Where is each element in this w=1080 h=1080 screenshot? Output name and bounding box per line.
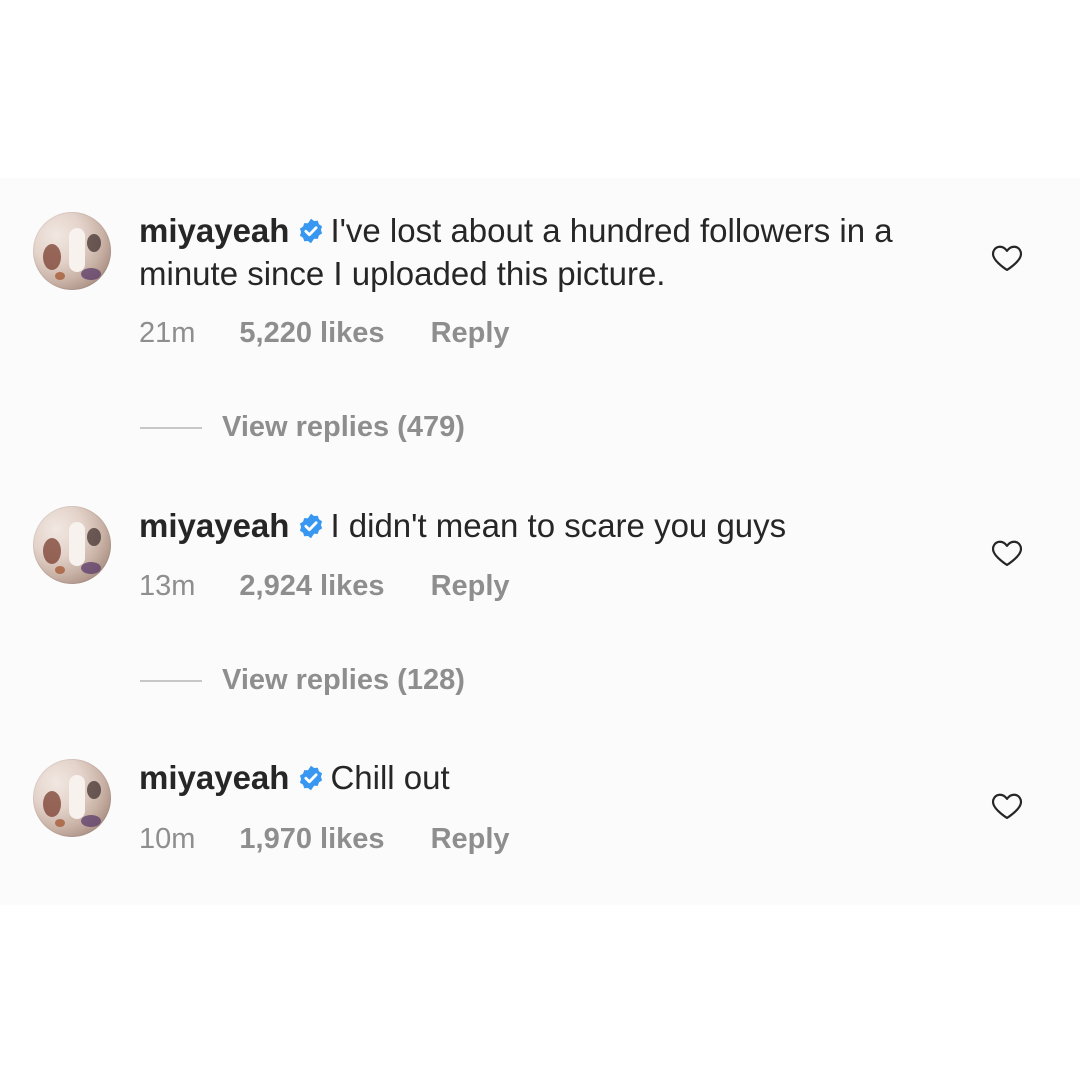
heart-outline-icon[interactable] — [990, 537, 1024, 567]
comment-text: miyayeah Chill out — [139, 756, 949, 799]
heart-outline-icon[interactable] — [990, 242, 1024, 272]
divider — [140, 680, 202, 683]
avatar[interactable] — [33, 506, 111, 584]
comment-text: miyayeah I didn't mean to scare you guys — [139, 504, 949, 547]
reply-button[interactable]: Reply — [431, 315, 510, 351]
divider — [140, 427, 202, 430]
comment-body: Chill out — [330, 759, 450, 796]
verified-badge-icon — [300, 513, 323, 539]
comments-panel: miyayeah I've lost about a hundred follow… — [0, 178, 1080, 905]
comment-meta: 10m 1,970 likes Reply — [139, 821, 510, 857]
username[interactable]: miyayeah — [139, 212, 289, 249]
view-replies-button[interactable]: View replies (479) — [140, 409, 465, 445]
comment-time: 13m — [139, 570, 196, 602]
heart-outline-icon[interactable] — [990, 790, 1024, 820]
comment-body: I didn't mean to scare you guys — [330, 507, 787, 544]
reply-button[interactable]: Reply — [431, 568, 510, 604]
avatar[interactable] — [33, 759, 111, 837]
view-replies-label: View replies (479) — [222, 411, 465, 443]
verified-badge-icon — [300, 218, 323, 244]
comment-text: miyayeah I've lost about a hundred follow… — [139, 209, 949, 295]
view-replies-label: View replies (128) — [222, 664, 465, 696]
username[interactable]: miyayeah — [139, 507, 289, 544]
verified-badge-icon — [300, 765, 323, 791]
comment-meta: 13m 2,924 likes Reply — [139, 568, 510, 604]
comment-time: 21m — [139, 317, 196, 349]
username[interactable]: miyayeah — [139, 759, 289, 796]
likes-count[interactable]: 5,220 likes — [239, 315, 384, 351]
view-replies-button[interactable]: View replies (128) — [140, 662, 465, 698]
reply-button[interactable]: Reply — [431, 821, 510, 857]
likes-count[interactable]: 2,924 likes — [239, 568, 384, 604]
likes-count[interactable]: 1,970 likes — [239, 821, 384, 857]
comment-meta: 21m 5,220 likes Reply — [139, 315, 510, 351]
comment-time: 10m — [139, 823, 196, 855]
avatar[interactable] — [33, 212, 111, 290]
